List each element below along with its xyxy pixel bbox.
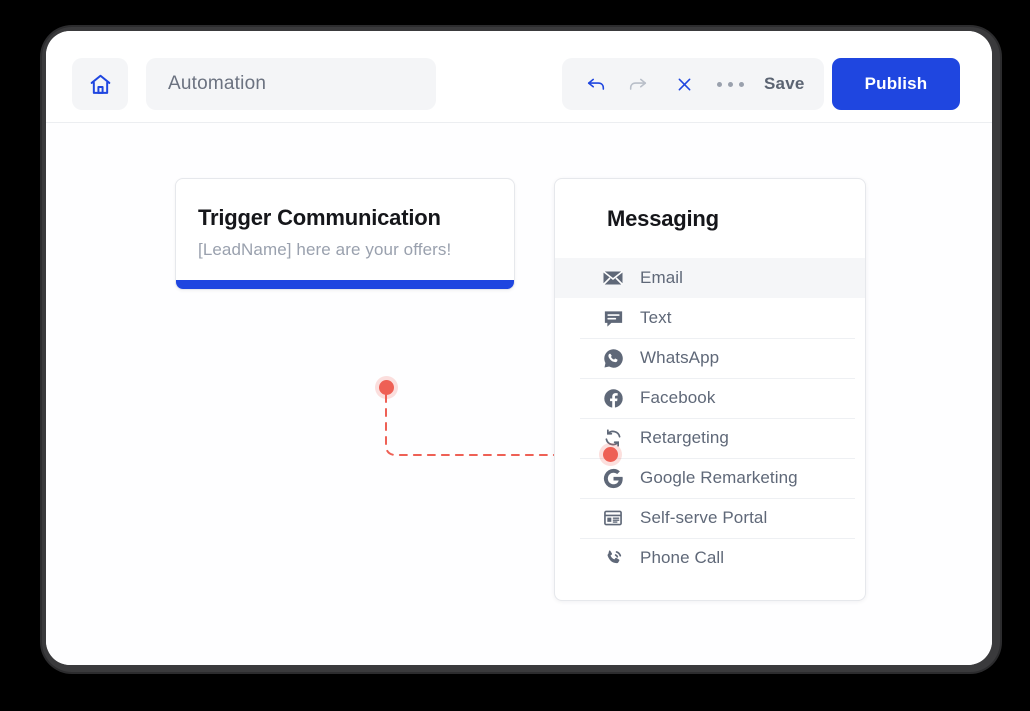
channel-label: WhatsApp — [640, 348, 720, 367]
undo-arrow-icon — [585, 73, 607, 95]
automation-title-value: Automation — [168, 73, 267, 94]
facebook-icon — [600, 387, 626, 410]
home-button[interactable] — [72, 58, 128, 110]
automation-title-input[interactable]: Automation — [146, 58, 436, 110]
channel-label: Self-serve Portal — [640, 508, 768, 527]
redo-button[interactable] — [618, 58, 658, 110]
messaging-panel-heading: Messaging — [607, 205, 719, 231]
chat-bubble-icon — [600, 307, 626, 330]
home-icon — [88, 72, 113, 97]
more-button[interactable] — [710, 58, 750, 110]
row-divider — [580, 538, 855, 539]
row-divider — [580, 378, 855, 379]
app-window: Automation Save Publish Trigger Communic… — [46, 31, 992, 665]
channel-item-self-serve-portal[interactable]: Self-serve Portal — [555, 498, 865, 538]
row-divider — [580, 458, 855, 459]
channel-item-google-remarketing[interactable]: Google Remarketing — [555, 458, 865, 498]
channel-item-text[interactable]: Text — [555, 298, 865, 338]
close-x-icon — [675, 75, 694, 94]
phone-call-icon — [600, 547, 626, 570]
channel-label: Text — [640, 308, 672, 327]
more-dots-icon — [716, 81, 744, 87]
connector-source-dot[interactable] — [379, 380, 394, 395]
automation-canvas: Trigger Communication [LeadName] here ar… — [46, 123, 992, 665]
envelope-icon — [600, 266, 626, 290]
trigger-communication-card[interactable]: Trigger Communication [LeadName] here ar… — [175, 178, 515, 290]
connector-target-dot[interactable] — [603, 447, 618, 462]
row-divider — [580, 338, 855, 339]
trigger-card-subtitle: [LeadName] here are your offers! — [198, 240, 452, 259]
trigger-card-title: Trigger Communication — [198, 205, 441, 230]
app-header: Automation Save Publish — [46, 31, 992, 123]
messaging-panel: Messaging Email Text WhatsApp Facebook R… — [554, 178, 866, 601]
channel-label: Email — [640, 268, 684, 287]
row-divider — [580, 418, 855, 419]
messaging-channel-list: Email Text WhatsApp Facebook Retargeting… — [555, 258, 865, 600]
refresh-cycle-icon — [600, 427, 626, 449]
trigger-card-accent-bar — [176, 280, 514, 289]
channel-item-retargeting[interactable]: Retargeting — [555, 418, 865, 458]
save-button[interactable]: Save — [764, 74, 805, 94]
toolbar-group: Save — [562, 58, 824, 110]
undo-button[interactable] — [576, 58, 616, 110]
channel-item-facebook[interactable]: Facebook — [555, 378, 865, 418]
channel-label: Retargeting — [640, 428, 729, 447]
channel-item-phone-call[interactable]: Phone Call — [555, 538, 865, 578]
channel-label: Phone Call — [640, 548, 725, 567]
row-divider — [580, 498, 855, 499]
close-button[interactable] — [664, 58, 704, 110]
channel-item-whatsapp[interactable]: WhatsApp — [555, 338, 865, 378]
redo-arrow-icon — [627, 73, 649, 95]
google-g-icon — [600, 467, 626, 490]
whatsapp-icon — [600, 347, 626, 370]
channel-item-email[interactable]: Email — [555, 258, 865, 298]
channel-label: Facebook — [640, 388, 716, 407]
publish-button[interactable]: Publish — [832, 58, 960, 110]
browser-window-icon — [600, 507, 626, 529]
channel-label: Google Remarketing — [640, 468, 798, 487]
trigger-card-body: Trigger Communication [LeadName] here ar… — [176, 179, 514, 280]
